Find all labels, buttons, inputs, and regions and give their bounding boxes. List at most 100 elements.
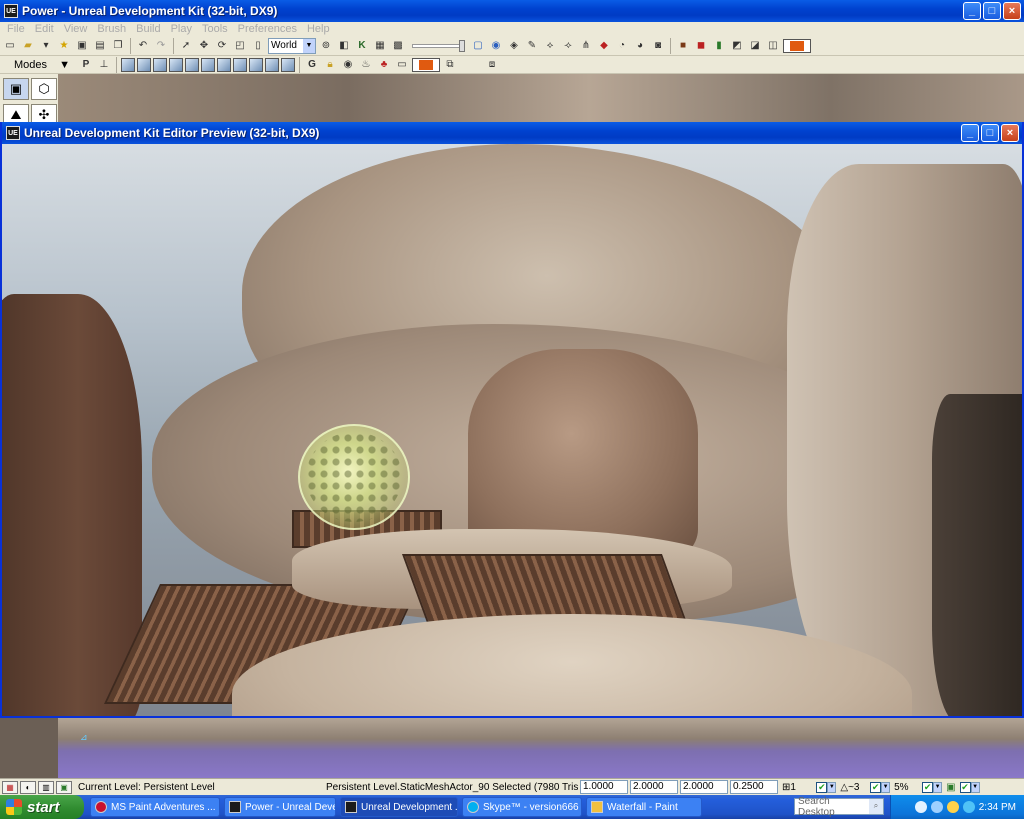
viewport-color-swatch[interactable] bbox=[412, 57, 440, 72]
brush-wireframe-icon[interactable] bbox=[137, 57, 151, 72]
background-viewport[interactable] bbox=[58, 74, 1024, 122]
terrain-icon[interactable]: ◪ bbox=[747, 38, 763, 54]
game-view-g-icon[interactable]: G bbox=[304, 57, 320, 73]
autosave-checkbox[interactable]: ✔ bbox=[959, 781, 971, 793]
lock-icon[interactable]: 🔒︎ bbox=[322, 57, 338, 73]
translate-icon[interactable]: ✥ bbox=[196, 38, 212, 54]
minimize-button[interactable]: _ bbox=[963, 2, 981, 20]
drag-grid-field[interactable]: 1.0000 bbox=[580, 780, 628, 794]
build-covernodes-icon[interactable]: ⟢ bbox=[560, 38, 576, 54]
security-icon[interactable] bbox=[946, 801, 959, 813]
binoculars-icon[interactable]: ⊚ bbox=[318, 38, 334, 54]
search-icon[interactable]: ⌕ bbox=[869, 799, 883, 814]
menu-view[interactable]: View bbox=[59, 23, 93, 35]
content-icon[interactable]: ▣ bbox=[56, 780, 72, 794]
taskbar-item-unreal-preview[interactable]: Unreal Development ... bbox=[340, 797, 458, 817]
kismet-icon[interactable]: K bbox=[354, 38, 370, 54]
rotation-snap-dropdown[interactable]: ▼ bbox=[881, 781, 891, 793]
search-actor-icon[interactable]: ◧ bbox=[336, 38, 352, 54]
console-icon[interactable]: ◩ bbox=[729, 38, 745, 54]
maximize-button[interactable]: □ bbox=[983, 2, 1001, 20]
coordinate-system-select[interactable]: World ▼ bbox=[268, 37, 316, 54]
bookmark-icon[interactable]: ◼ bbox=[693, 38, 709, 54]
level-browser-icon[interactable]: ▥ bbox=[38, 780, 54, 794]
autosave-icon[interactable]: ▣ bbox=[946, 782, 955, 793]
realtime-icon[interactable]: ▢ bbox=[470, 38, 486, 54]
save-icon[interactable]: ▣ bbox=[74, 38, 90, 54]
menu-edit[interactable]: Edit bbox=[30, 23, 59, 35]
start-button[interactable]: start bbox=[0, 795, 84, 819]
network-icon[interactable] bbox=[914, 801, 927, 813]
capture-icon[interactable]: ◙ bbox=[650, 38, 666, 54]
build-all-icon[interactable]: ⋔ bbox=[578, 38, 594, 54]
menu-brush[interactable]: Brush bbox=[92, 23, 131, 35]
camera-icon[interactable]: ⧉ bbox=[442, 57, 458, 73]
browse-icon[interactable]: ◐ bbox=[20, 780, 36, 794]
lit-icon[interactable] bbox=[169, 57, 183, 72]
preview-minimize-button[interactable]: _ bbox=[961, 124, 979, 142]
modes-dropdown[interactable]: Modes ▼ bbox=[0, 57, 76, 73]
reflections-icon[interactable] bbox=[281, 57, 295, 72]
scale-z-field[interactable]: 0.2500 bbox=[730, 780, 778, 794]
build-paths-icon[interactable]: ⟡ bbox=[542, 38, 558, 54]
wireframe-icon[interactable] bbox=[121, 57, 135, 72]
restore-viewport-icon[interactable]: ⧈ bbox=[484, 57, 500, 73]
desktop-search-input[interactable]: Search Desktop ⌕ bbox=[794, 796, 884, 818]
camera-mode-icon[interactable]: ▣ bbox=[3, 78, 29, 100]
autosave-dropdown[interactable]: ▼ bbox=[970, 781, 980, 793]
color-swatch[interactable] bbox=[783, 38, 811, 53]
content-browser-icon[interactable]: ▦ bbox=[372, 38, 388, 54]
preview-window-titlebar[interactable]: UE Unreal Development Kit Editor Preview… bbox=[2, 122, 1022, 144]
favorite-star-icon[interactable]: ★ bbox=[56, 38, 72, 54]
undo-icon[interactable]: ↶ bbox=[135, 38, 151, 54]
build-geometry-icon[interactable]: ◈ bbox=[506, 38, 522, 54]
taskbar-item-opera[interactable]: MS Paint Adventures ... bbox=[90, 797, 220, 817]
close-button[interactable]: × bbox=[1003, 2, 1021, 20]
lock-view-icon[interactable]: ◉ bbox=[488, 38, 504, 54]
play-in-editor-icon[interactable]: ◔ bbox=[614, 38, 630, 54]
copy-icon[interactable]: ❐ bbox=[110, 38, 126, 54]
lightmap-density-icon[interactable] bbox=[265, 57, 279, 72]
level-icon[interactable]: ▦ bbox=[2, 780, 18, 794]
scale-snap-dropdown[interactable]: ▼ bbox=[933, 781, 943, 793]
game-stats-icon[interactable]: ▮ bbox=[711, 38, 727, 54]
grid-size-dropdown[interactable]: ▼ bbox=[827, 781, 837, 793]
scale-x-field[interactable]: 2.0000 bbox=[630, 780, 678, 794]
menu-play[interactable]: Play bbox=[166, 23, 197, 35]
save-all-icon[interactable]: ▤ bbox=[92, 38, 108, 54]
taskbar-item-unreal-power[interactable]: Power - Unreal Devel... bbox=[224, 797, 336, 817]
open-folder-icon[interactable]: ▰ bbox=[20, 38, 36, 54]
scale-y-field[interactable]: 2.0000 bbox=[680, 780, 728, 794]
view-frame-icon[interactable]: ▭ bbox=[394, 57, 410, 73]
grid-snap-checkbox[interactable]: ✔ bbox=[816, 781, 828, 793]
texture-density-icon[interactable] bbox=[233, 57, 247, 72]
menu-build[interactable]: Build bbox=[131, 23, 165, 35]
detail-lighting-icon[interactable] bbox=[185, 57, 199, 72]
taskbar-item-paint[interactable]: Waterfall - Paint bbox=[586, 797, 702, 817]
shader-complexity-icon[interactable] bbox=[249, 57, 263, 72]
background-viewport-lower[interactable] bbox=[58, 718, 1024, 778]
pivot-icon[interactable]: ⊥ bbox=[96, 57, 112, 73]
unlit-icon[interactable] bbox=[153, 57, 167, 72]
menu-preferences[interactable]: Preferences bbox=[233, 23, 302, 35]
game-preview-scene[interactable] bbox=[2, 144, 1022, 716]
redo-icon[interactable]: ↷ bbox=[153, 38, 169, 54]
select-arrow-icon[interactable]: ➚ bbox=[178, 38, 194, 54]
scale-icon[interactable]: ◰ bbox=[232, 38, 248, 54]
paint-icon[interactable]: ◫ bbox=[765, 38, 781, 54]
matinee-icon[interactable]: ■ bbox=[675, 38, 691, 54]
streaming-volumes-icon[interactable]: ♣ bbox=[376, 57, 392, 73]
realtime-audio-icon[interactable]: ♨ bbox=[358, 57, 374, 73]
volume-icon[interactable] bbox=[930, 801, 943, 813]
scale-nonuniform-icon[interactable]: ▯ bbox=[250, 38, 266, 54]
taskbar-item-skype[interactable]: Skype™ - version666 bbox=[462, 797, 582, 817]
build-lighting-icon[interactable]: ✎ bbox=[524, 38, 540, 54]
scale-snap-checkbox[interactable]: ✔ bbox=[922, 781, 934, 793]
menu-tools[interactable]: Tools bbox=[197, 23, 233, 35]
rotate-icon[interactable]: ⟳ bbox=[214, 38, 230, 54]
lighting-only-icon[interactable] bbox=[201, 57, 215, 72]
play-console-icon[interactable]: ◕ bbox=[632, 38, 648, 54]
generic-browser-icon[interactable]: ▩ bbox=[390, 38, 406, 54]
camera-speed-slider[interactable] bbox=[412, 39, 465, 52]
preview-close-button[interactable]: × bbox=[1001, 124, 1019, 142]
